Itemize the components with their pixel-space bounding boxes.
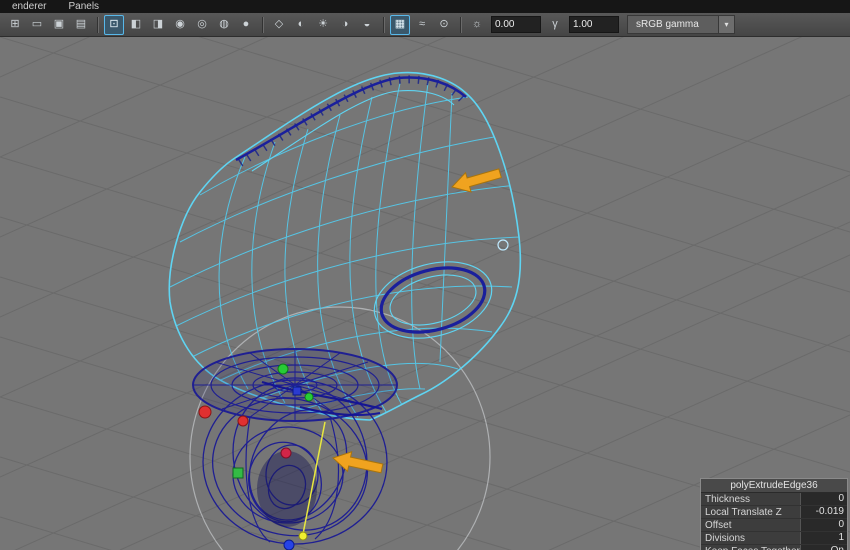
hud-value-field[interactable]: 1 xyxy=(800,532,847,544)
field-chart-icon[interactable]: ⊡ xyxy=(104,14,124,35)
vertex-marker xyxy=(497,239,509,251)
vertex-handle-green-1[interactable] xyxy=(277,363,289,375)
hud-label: Offset xyxy=(705,519,732,531)
hud-label: Keep Faces Together xyxy=(705,546,800,550)
grid-icon[interactable]: ⊞ xyxy=(5,15,25,35)
menu-panels[interactable]: Panels xyxy=(68,1,99,12)
lights-icon[interactable]: ☀ xyxy=(313,15,333,35)
view-transform-dropdown[interactable]: sRGB gamma ▾ xyxy=(627,15,735,34)
menubar: enderer Panels xyxy=(0,0,850,13)
ground-grid xyxy=(0,37,850,550)
perspective-viewport[interactable]: polyExtrudeEdge36 Thickness 0 Local Tran… xyxy=(0,37,850,550)
gate-mask-icon[interactable]: ▤ xyxy=(71,15,91,35)
hud-label: Divisions xyxy=(705,532,746,544)
toolbar-separator xyxy=(460,16,461,33)
manipulator-handle-blue[interactable] xyxy=(283,539,295,550)
hud-label: Thickness xyxy=(705,493,751,505)
poly-extrude-hud: polyExtrudeEdge36 Thickness 0 Local Tran… xyxy=(700,478,848,550)
hud-row-keep-faces-together: Keep Faces Together On xyxy=(701,545,847,550)
ambient-occlusion-icon[interactable]: ◒ xyxy=(357,15,377,35)
motion-blur-icon[interactable]: ≈ xyxy=(412,15,432,35)
hud-value-field[interactable]: On xyxy=(800,545,847,550)
annotation-arrows xyxy=(332,168,502,474)
menu-renderer[interactable]: enderer xyxy=(12,1,46,12)
textured-icon[interactable]: ◐ xyxy=(291,15,311,35)
viewport-canvas xyxy=(0,37,850,550)
toolbar-separator xyxy=(97,16,98,33)
vertex-handle-green-2[interactable] xyxy=(304,392,314,402)
frame-all-icon[interactable]: ◉ xyxy=(170,15,190,35)
hud-row-thickness: Thickness 0 xyxy=(701,493,847,506)
exposure-icon[interactable]: ☼ xyxy=(467,15,487,35)
hud-row-divisions: Divisions 1 xyxy=(701,532,847,545)
safe-title-icon[interactable]: ◨ xyxy=(148,15,168,35)
toolbar-separator xyxy=(383,16,384,33)
bounding-box-icon[interactable]: ◇ xyxy=(269,15,289,35)
multisample-icon[interactable]: ▦ xyxy=(390,14,410,35)
hud-value-field[interactable]: 0 xyxy=(800,519,847,531)
safe-action-icon[interactable]: ◧ xyxy=(126,15,146,35)
hud-label: Local Translate Z xyxy=(705,506,782,518)
handle-green-square[interactable] xyxy=(232,467,244,479)
wireframe-icon[interactable]: ◍ xyxy=(214,15,234,35)
frame-selection-icon[interactable]: ◎ xyxy=(192,15,212,35)
toolbar-separator xyxy=(262,16,263,33)
hud-row-local-translate-z: Local Translate Z -0.019 xyxy=(701,506,847,519)
manipulator-handle-yellow[interactable] xyxy=(298,531,308,541)
hud-value-field[interactable]: -0.019 xyxy=(800,506,847,518)
dense-mesh xyxy=(192,348,398,545)
hud-value-field[interactable]: 0 xyxy=(800,493,847,505)
vertex-handle-crimson[interactable] xyxy=(280,447,292,459)
chevron-down-icon[interactable]: ▾ xyxy=(718,16,734,33)
view-transform-value: sRGB gamma xyxy=(636,19,699,30)
vertex-handle-red-2[interactable] xyxy=(237,415,249,427)
gamma-icon[interactable]: γ xyxy=(545,15,565,35)
gamma-field[interactable] xyxy=(569,16,619,33)
hud-title: polyExtrudeEdge36 xyxy=(701,479,847,493)
side-hole xyxy=(373,261,493,339)
viewport-toolbar: ⊞ ▭ ▣ ▤ ⊡ ◧ ◨ ◉ ◎ ◍ ● ◇ ◐ ☀ ◑ ◒ ▦ ≈ ⊙ ☼ … xyxy=(0,13,850,37)
smooth-shade-icon[interactable]: ● xyxy=(236,15,256,35)
hud-row-offset: Offset 0 xyxy=(701,519,847,532)
resolution-gate-icon[interactable]: ▣ xyxy=(49,15,69,35)
shadows-icon[interactable]: ◑ xyxy=(335,15,355,35)
handle-blue-square[interactable] xyxy=(292,386,302,396)
vertex-handle-red-1[interactable] xyxy=(198,405,212,419)
exposure-field[interactable] xyxy=(491,16,541,33)
film-gate-icon[interactable]: ▭ xyxy=(27,15,47,35)
isolate-select-icon[interactable]: ⊙ xyxy=(434,15,454,35)
